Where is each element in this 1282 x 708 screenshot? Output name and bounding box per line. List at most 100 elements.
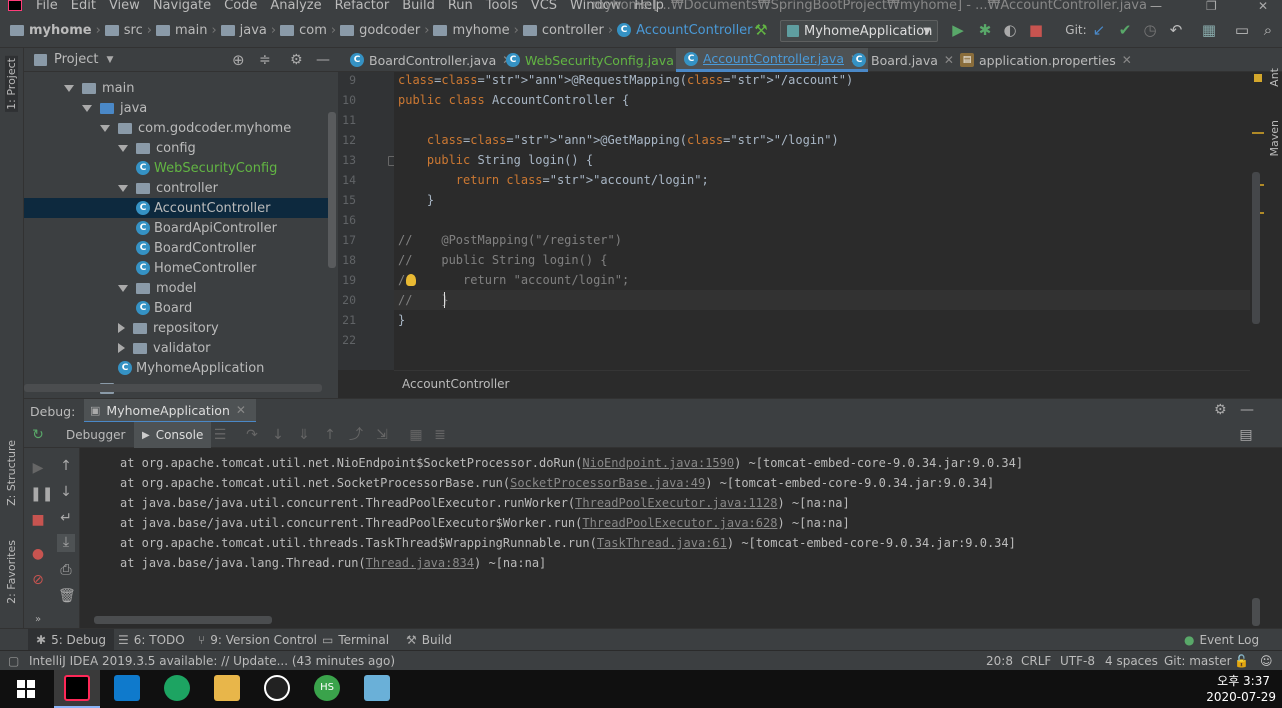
status-panel-icon[interactable]: ▢ — [8, 651, 19, 671]
menu-navigate[interactable]: Navigate — [153, 0, 211, 12]
editor-tab[interactable]: CWebSecurityConfig.java✕ — [498, 48, 698, 72]
hide-panel-icon[interactable]: — — [316, 52, 330, 68]
menu-run[interactable]: Run — [448, 0, 473, 12]
chevron-down-icon[interactable]: ▼ — [106, 55, 113, 65]
gear-icon[interactable]: ⚙ — [1214, 402, 1227, 418]
tree-item[interactable]: main — [64, 78, 134, 98]
breadcrumb-item[interactable]: java — [220, 23, 267, 38]
source-link[interactable]: ThreadPoolExecutor.java:628 — [582, 516, 777, 530]
tree-scrollbar[interactable] — [328, 112, 336, 268]
collapse-arrow-icon[interactable] — [118, 323, 125, 333]
close-icon[interactable]: ✕ — [236, 403, 246, 417]
vscode-icon[interactable] — [114, 675, 140, 701]
lightbulb-icon[interactable] — [406, 274, 416, 286]
tree-item[interactable]: controller — [118, 178, 218, 198]
source-link[interactable]: SocketProcessorBase.java:49 — [510, 476, 705, 490]
tree-item[interactable]: C HomeController — [136, 258, 256, 278]
search-icon[interactable]: ⌕ — [1259, 21, 1277, 39]
tab-console[interactable]: ▶ Console — [134, 422, 212, 448]
mute-breakpoints-icon[interactable]: ⊘ — [30, 572, 46, 588]
file-encoding[interactable]: UTF-8 — [1060, 651, 1095, 671]
editor-tab[interactable]: ▤ application.properties ✕ — [952, 48, 1140, 72]
tab-debugger[interactable]: Debugger — [66, 422, 125, 448]
inspector-icon[interactable]: ☺ — [1260, 651, 1273, 671]
warning-marker-icon[interactable] — [1254, 74, 1262, 82]
notes-app-icon[interactable] — [364, 675, 390, 701]
menu-build[interactable]: Build — [402, 0, 435, 12]
debug-session-tab[interactable]: ▣ MyhomeApplication ✕ — [84, 399, 256, 423]
stop-icon[interactable]: ■ — [1027, 21, 1045, 39]
maximize-icon[interactable]: ❐ — [1206, 0, 1217, 12]
git-update-icon[interactable]: ↙ — [1090, 21, 1108, 39]
maven-tool-button[interactable]: Maven — [1268, 120, 1281, 156]
tool-build[interactable]: ⚒ Build — [406, 629, 452, 651]
locate-target-icon[interactable]: ⊕ — [232, 51, 245, 69]
editor-tab[interactable]: C Board.java ✕ — [844, 48, 962, 72]
breadcrumb-item[interactable]: main — [155, 23, 207, 38]
scroll-to-end-icon[interactable]: ⤓ — [57, 534, 75, 552]
source-link[interactable]: ThreadPoolExecutor.java:1128 — [575, 496, 777, 510]
caret-position[interactable]: 20:8 — [986, 651, 1013, 671]
resume-icon[interactable]: ▶ — [30, 460, 46, 476]
tree-item[interactable]: C AccountController — [24, 198, 328, 218]
menu-refactor[interactable]: Refactor — [335, 0, 390, 12]
tool-debug[interactable]: ✱ 5: Debug — [28, 629, 115, 651]
tool-todo[interactable]: ☰ 6: TODO — [118, 629, 185, 651]
console-hscrollbar[interactable] — [94, 616, 272, 624]
breadcrumb-item[interactable]: C AccountController — [617, 23, 753, 38]
lines-icon[interactable]: ☰ — [212, 427, 228, 443]
collapse-all-icon[interactable]: ≑ — [259, 52, 271, 68]
tree-item[interactable]: java — [82, 98, 147, 118]
project-tool-button[interactable]: 1: Project — [5, 56, 18, 112]
tool-version-control[interactable]: ⑂ 9: Version Control — [198, 629, 317, 651]
taskbar-intellij[interactable] — [54, 670, 100, 708]
tree-item[interactable]: C BoardController — [136, 238, 256, 258]
file-explorer-icon[interactable] — [214, 675, 240, 701]
hs-app-icon[interactable]: HS — [314, 675, 340, 701]
run-icon[interactable]: ▶ — [949, 21, 967, 39]
close-icon[interactable]: ✕ — [1122, 53, 1132, 67]
project-structure-icon[interactable]: ▦ — [1200, 21, 1218, 39]
breadcrumb-item[interactable]: myhome — [10, 23, 92, 38]
drop-frame-icon[interactable]: ⤴ — [348, 427, 364, 443]
menu-vcs[interactable]: VCS — [531, 0, 557, 12]
tree-item[interactable]: C WebSecurityConfig — [136, 158, 277, 178]
tree-item[interactable]: C BoardApiController — [136, 218, 277, 238]
git-commit-icon[interactable]: ✔ — [1116, 21, 1134, 39]
tree-item[interactable]: validator — [118, 338, 211, 358]
view-breakpoints-icon[interactable]: ● — [30, 546, 46, 562]
print-icon[interactable]: ⎙ — [58, 562, 74, 578]
scroll-marker[interactable] — [1252, 132, 1264, 134]
minimize-icon[interactable]: — — [1150, 0, 1162, 12]
tool-event-log[interactable]: ● Event Log — [1184, 629, 1259, 651]
rerun-icon[interactable]: ↻ — [30, 427, 46, 443]
breadcrumb-item[interactable]: myhome — [433, 23, 510, 38]
close-window-icon[interactable]: ✕ — [1258, 0, 1268, 12]
project-panel-title[interactable]: Project — [54, 52, 98, 67]
source-link[interactable]: Thread.java:834 — [366, 556, 474, 570]
step-over-icon[interactable]: ↷ — [244, 427, 260, 443]
evaluate-icon[interactable]: ▦ — [408, 427, 424, 443]
menu-view[interactable]: View — [109, 0, 140, 12]
gear-icon[interactable]: ⚙ — [290, 52, 303, 68]
status-message[interactable]: IntelliJ IDEA 2019.3.5 available: // Upd… — [29, 651, 395, 671]
tree-item[interactable]: repository — [118, 318, 219, 338]
expand-arrow-icon[interactable] — [82, 104, 92, 112]
taskbar-date[interactable]: 2020-07-29 — [1196, 690, 1276, 704]
menu-tools[interactable]: Tools — [486, 0, 518, 12]
force-step-into-icon[interactable]: ⇓ — [296, 427, 312, 443]
lock-icon[interactable]: 🔓 — [1234, 651, 1249, 671]
structure-tool-button[interactable]: Z: Structure — [5, 440, 18, 506]
tree-item[interactable]: C Board — [136, 298, 192, 318]
breadcrumb-item[interactable]: godcoder — [340, 23, 420, 38]
breadcrumb-item[interactable]: controller — [522, 23, 604, 38]
windows-start-icon[interactable] — [17, 680, 35, 698]
taskbar-time[interactable]: 오후 3:37 — [1214, 672, 1270, 689]
ant-tool-button[interactable]: Ant — [1268, 68, 1281, 87]
rollback-icon[interactable]: ↶ — [1167, 21, 1185, 39]
expand-arrow-icon[interactable] — [118, 284, 128, 292]
tree-item[interactable]: config — [118, 138, 196, 158]
breadcrumb-item[interactable]: com — [280, 23, 327, 38]
tree-item[interactable]: com.godcoder.myhome — [100, 118, 291, 138]
clear-all-icon[interactable]: 🗑 — [58, 588, 76, 604]
